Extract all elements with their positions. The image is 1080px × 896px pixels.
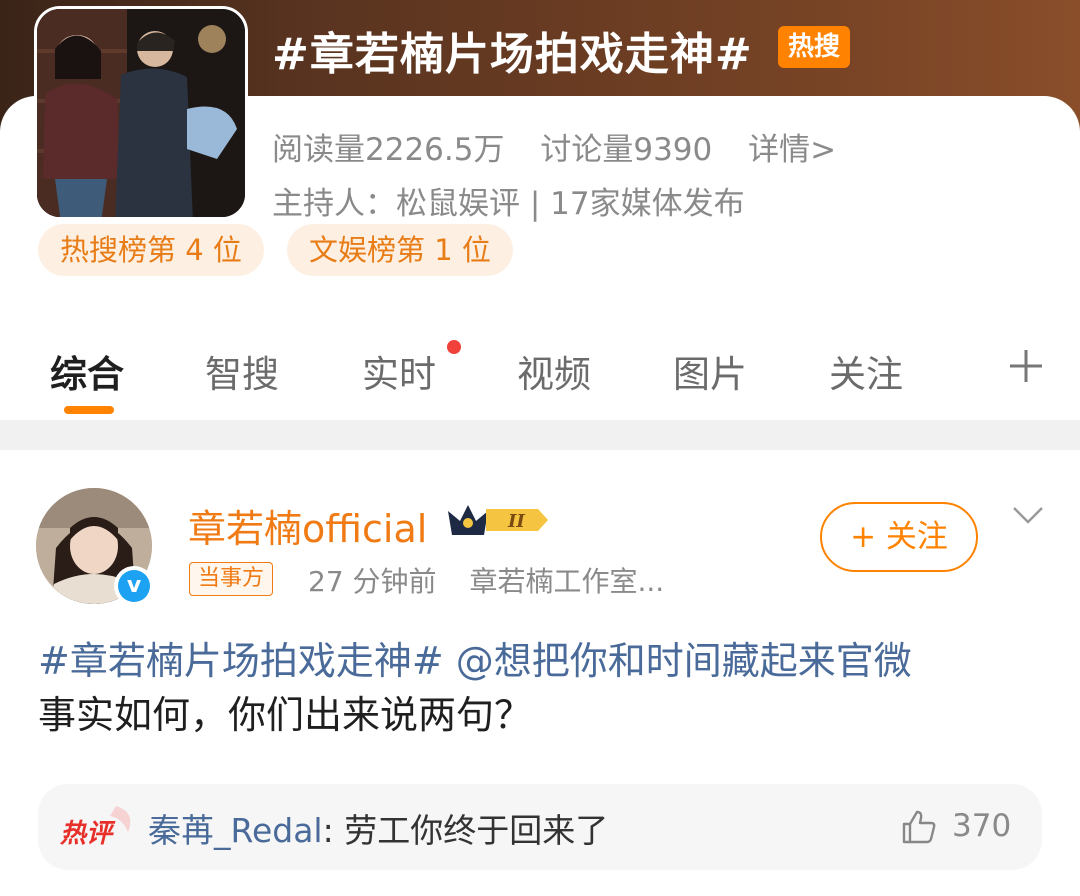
tab-bar: 综合 智搜 实时 视频 图片 关注 — [0, 330, 1080, 420]
topic-title: #章若楠片场拍戏走神# — [272, 29, 753, 80]
hot-comment-label: 热评 — [59, 819, 116, 849]
post-hashtag[interactable]: #章若楠片场拍戏走神# — [38, 639, 444, 683]
commenter-name[interactable]: 秦苒_Redal — [148, 811, 323, 850]
read-count: 阅读量2226.5万 — [272, 132, 505, 168]
details-link[interactable]: 详情> — [748, 132, 836, 168]
post-time: 27 分钟前 — [308, 565, 437, 598]
add-tab-icon[interactable] — [1006, 346, 1046, 386]
post-meta: 27 分钟前 章若楠工作室... — [308, 560, 664, 600]
post-text: 事实如何，你们出来说两句？ — [38, 693, 533, 737]
active-tab-indicator — [64, 406, 114, 414]
chevron-down-icon[interactable] — [1010, 500, 1046, 530]
topic-cover-image[interactable] — [34, 6, 248, 220]
post-mention[interactable]: @想把你和时间藏起来官微 — [456, 639, 912, 683]
vip-crown-icon: II — [448, 505, 548, 535]
tab-images[interactable]: 图片 — [673, 344, 747, 398]
topic-header: #章若楠片场拍戏走神# 热搜 阅读量2226.5万 讨论量9390 详情> 主持… — [0, 0, 1080, 426]
post-source: 章若楠工作室... — [469, 565, 665, 598]
comment-separator: : — [322, 811, 345, 850]
realtime-notification-dot — [447, 340, 461, 354]
tab-following[interactable]: 关注 — [829, 344, 903, 398]
post-username[interactable]: 章若楠official — [188, 498, 427, 553]
discussion-count: 讨论量9390 — [540, 132, 713, 168]
post-body: #章若楠片场拍戏走神# @想把你和时间藏起来官微 事实如何，你们出来说两句？ — [38, 634, 1048, 742]
hot-search-badge: 热搜 — [778, 26, 851, 68]
tab-smart-search[interactable]: 智搜 — [205, 344, 279, 398]
topic-stats: 阅读量2226.5万 讨论量9390 详情> — [272, 124, 862, 169]
hot-comment-content: 秦苒_Redal: 劳工你终于回来了 — [148, 804, 608, 852]
host-info: 主持人：松鼠娱评 | 17家媒体发布 — [272, 186, 745, 222]
section-divider — [0, 420, 1080, 450]
comment-text: 劳工你终于回来了 — [344, 811, 609, 850]
tab-realtime[interactable]: 实时 — [362, 344, 436, 398]
tab-comprehensive[interactable]: 综合 — [50, 344, 124, 398]
hot-comment[interactable]: 热评 秦苒_Redal: 劳工你终于回来了 370 — [38, 784, 1042, 870]
rank-pill-entertainment[interactable]: 文娱榜第 1 位 — [287, 224, 513, 276]
verified-icon: v — [114, 566, 154, 606]
hot-comment-icon: 热评 — [59, 806, 131, 849]
tab-video[interactable]: 视频 — [517, 344, 591, 398]
vip-level-text: II — [507, 511, 525, 532]
rank-pill-hot-search[interactable]: 热搜榜第 4 位 — [38, 224, 264, 276]
thumbs-up-icon[interactable] — [900, 808, 938, 846]
follow-button[interactable]: + 关注 — [820, 502, 978, 572]
like-count: 370 — [952, 808, 1012, 844]
role-tag: 当事方 — [189, 562, 274, 596]
